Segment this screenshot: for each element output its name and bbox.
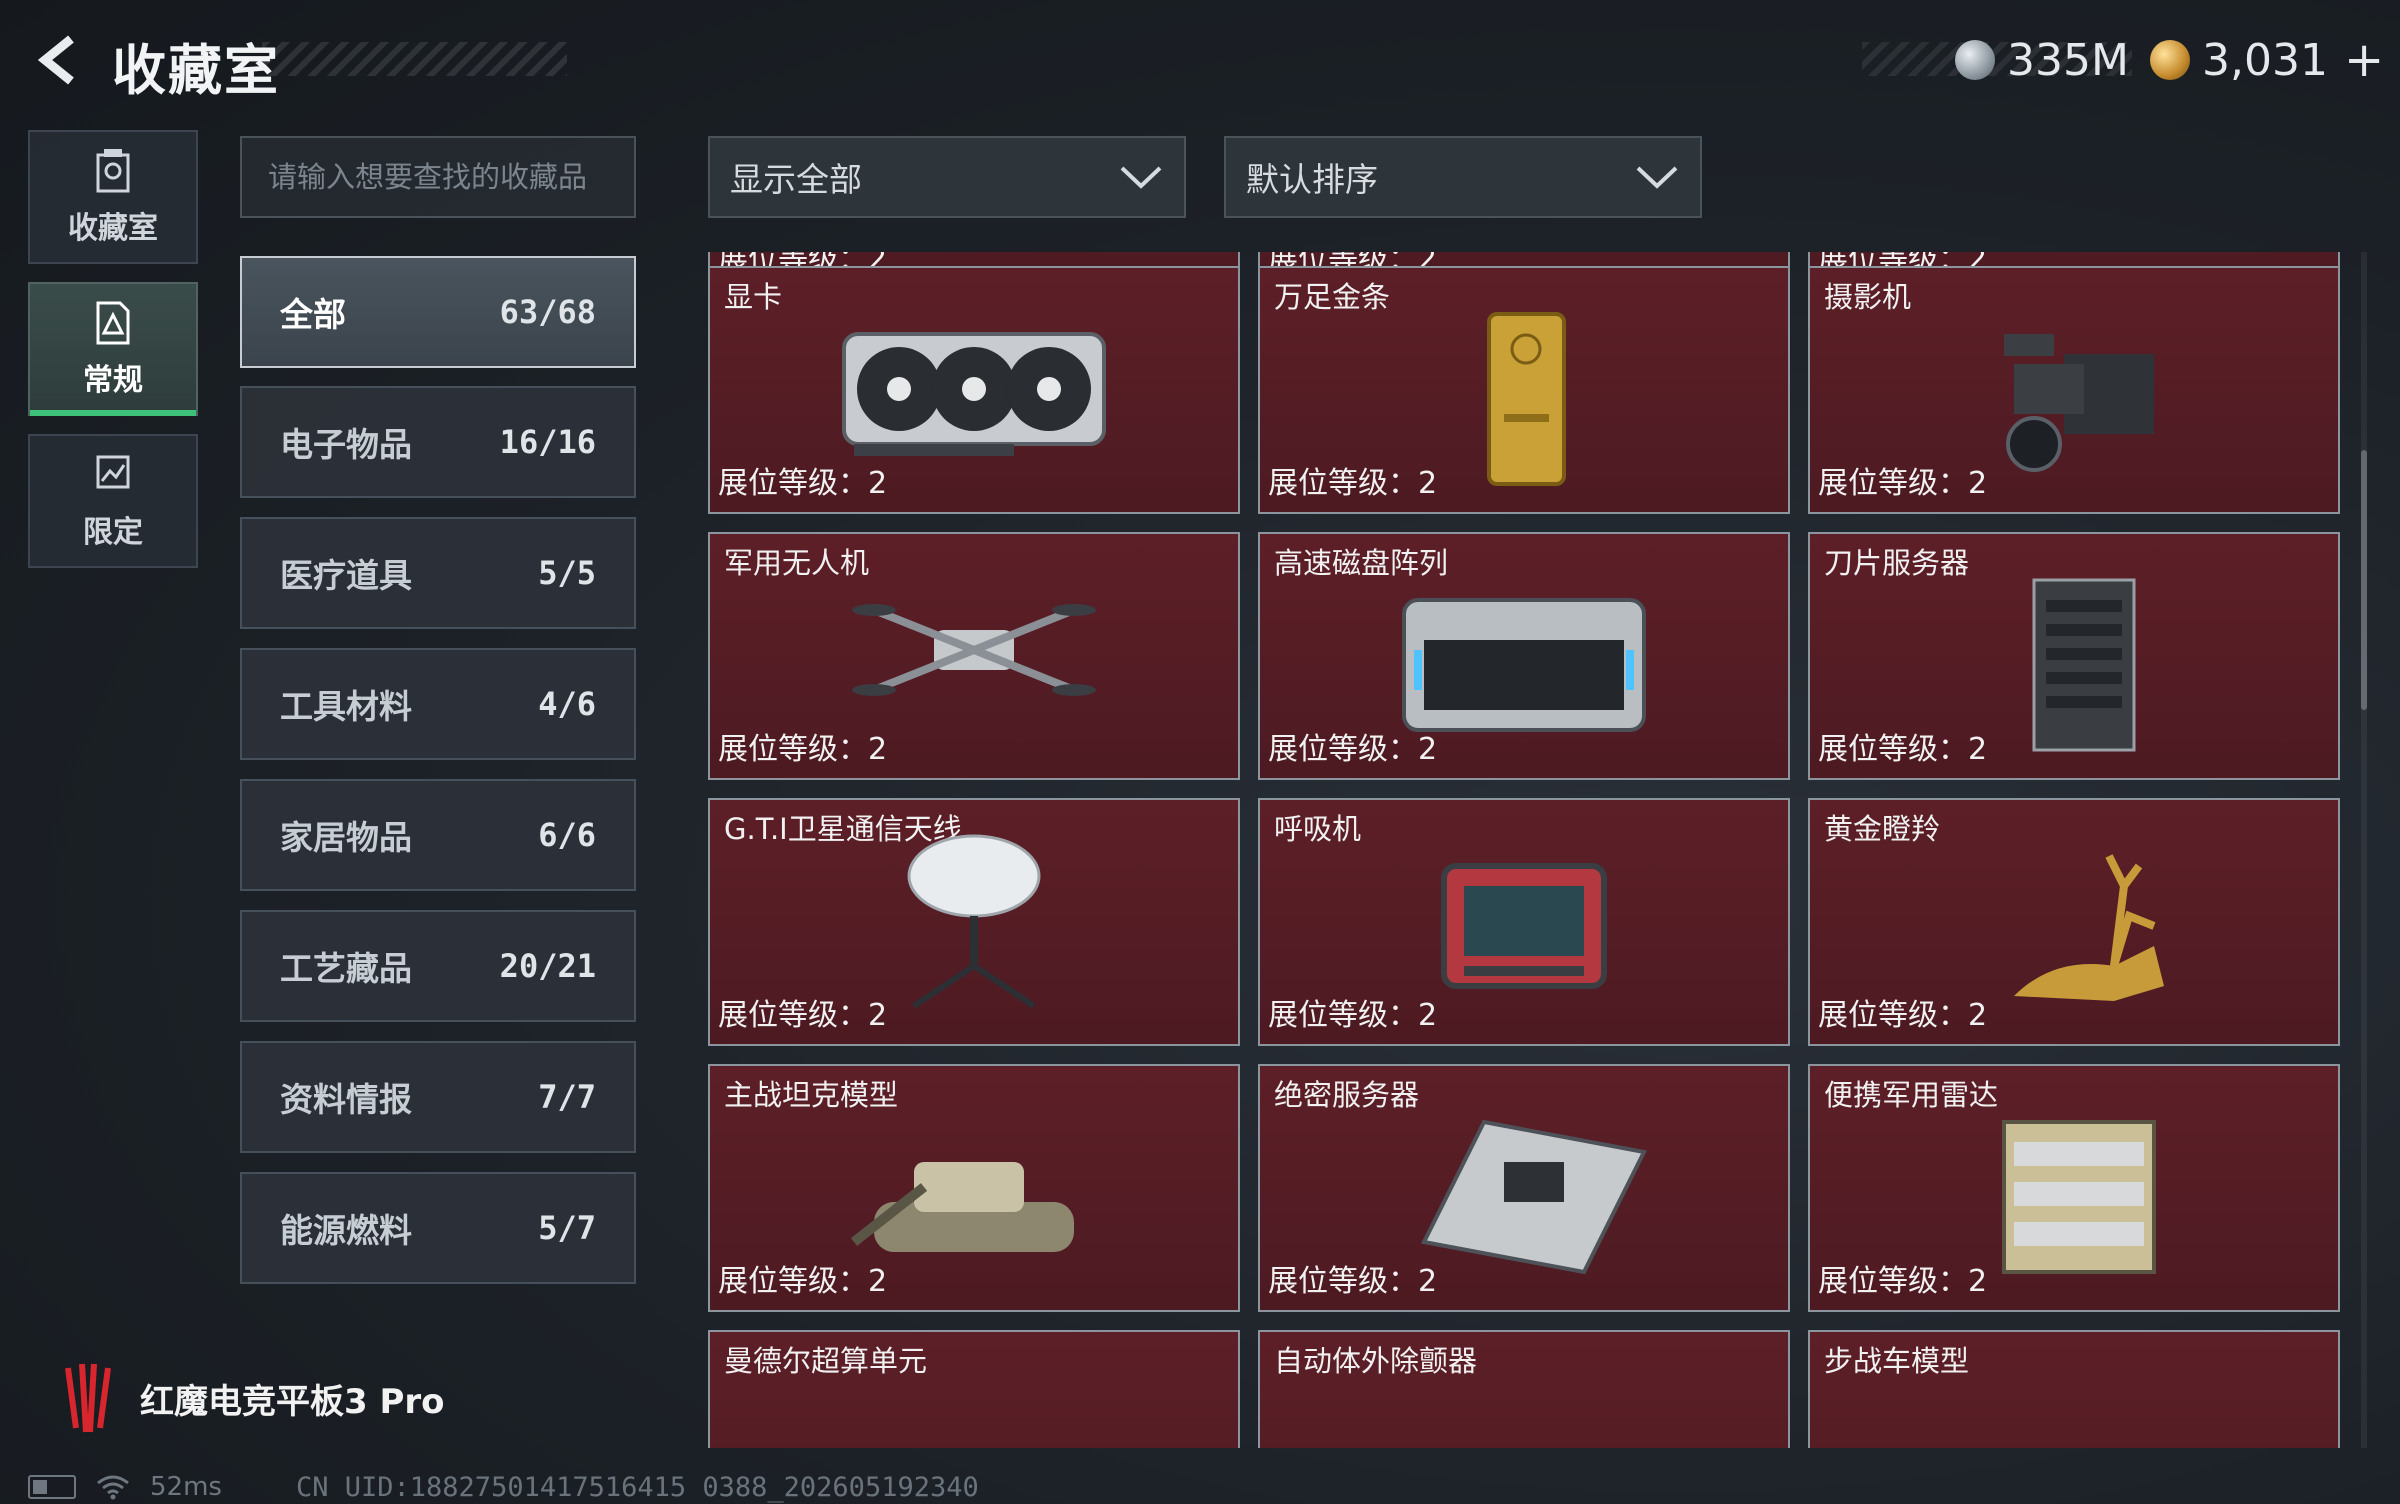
item-level: 展位等级：2 [1268,998,1438,1033]
category-name: 资料情报 [280,1080,412,1119]
item-level: 展位等级：2 [1268,732,1438,767]
chevron-down-icon [1120,166,1162,189]
item-name: 摄影机 [1824,280,1912,314]
item-name: 呼吸机 [1274,812,1362,846]
item-card[interactable]: 主战坦克模型 展位等级：2 [708,1064,1240,1312]
device-watermark: 红魔电竞平板3 Pro [60,1362,445,1434]
wifi-icon [97,1475,129,1500]
item-card[interactable]: 便携军用雷达 展位等级：2 [1808,1064,2340,1312]
collection-room-icon [96,149,130,193]
defibrillator-icon [1364,1358,1684,1448]
filter-dropdown[interactable]: 显示全部 [708,136,1186,218]
item-card[interactable]: G.T.I卫星通信天线 展位等级：2 [708,798,1240,1046]
back-arrow-icon [37,35,74,85]
item-card[interactable]: 刀片服务器 展位等级：2 [1808,532,2340,780]
tab-limited[interactable]: 限定 [28,434,198,568]
category-name: 工艺藏品 [280,949,412,988]
grid-scrollbar-thumb[interactable] [2361,450,2367,710]
tab-collection-room[interactable]: 收藏室 [28,130,198,264]
ping-value: 52ms [150,1472,222,1502]
category-intel[interactable]: 资料情报 7/7 [240,1041,636,1153]
title-decoration [262,42,567,76]
red-magic-logo-icon [65,1363,111,1433]
item-level: 展位等级：2 [1818,732,1988,767]
user-uid: CN UID:18827501417516415 0388_2026051923… [296,1472,979,1503]
battery-icon [28,1475,76,1499]
item-card[interactable]: 摄影机展位等级：2 [1808,266,2340,514]
category-name: 能源燃料 [280,1211,412,1250]
item-card[interactable]: 步战车模型展位等级：2 [1808,1330,2340,1448]
item-level: 展位等级：2 [1268,1264,1438,1299]
item-level: 展位等级：2 [718,466,888,501]
category-household[interactable]: 家居物品 6/6 [240,779,636,891]
grid-scrollbar-track[interactable] [2361,252,2367,1448]
status-bar: 52ms [28,1472,222,1502]
item-card[interactable]: 高速磁盘阵列 展位等级：2 [1258,532,1790,780]
chevron-down-icon [1636,166,1678,189]
collection-grid[interactable]: 展位等级：2 展位等级：2 展位等级：2 显卡 展位等级：2 万足金条 展位等级：2 摄影机展… [708,252,2344,1448]
category-count: 4/6 [538,685,596,723]
item-level: 展位等级：2 [1818,1264,1988,1299]
category-count: 5/7 [538,1209,596,1247]
item-card[interactable]: 军用无人机 展位等级：2 [708,532,1240,780]
currency-silver-value: 335M [2007,34,2129,86]
ifv-model-icon [1914,1358,2234,1448]
item-card[interactable]: 曼德尔超算单元展位等级：2 [708,1330,1240,1448]
item-card[interactable]: 显卡展位等级：2 [708,266,1240,514]
tab-regular[interactable]: 常规 [28,282,198,416]
category-energy[interactable]: 能源燃料 5/7 [240,1172,636,1284]
item-card[interactable]: 呼吸机展位等级：2 [1258,798,1790,1046]
category-name: 家居物品 [280,818,412,857]
category-all[interactable]: 全部 63/68 [240,256,636,368]
category-name: 工具材料 [280,687,412,726]
back-button[interactable] [28,28,92,92]
limited-icon [96,455,130,489]
filter-dropdown-value: 显示全部 [730,160,862,199]
item-card[interactable]: 万足金条 展位等级：2 [1258,266,1790,514]
sort-dropdown-value: 默认排序 [1246,160,1378,199]
currency-gold: 3,031 + [2150,30,2384,90]
currency-gold-value: 3,031 [2202,34,2328,86]
item-level: 展位等级：2 [718,732,888,767]
category-count: 16/16 [499,423,596,461]
item-name: 显卡 [724,280,783,314]
supercomputer-unit-icon [814,1358,1134,1448]
category-crafts[interactable]: 工艺藏品 20/21 [240,910,636,1022]
search-input[interactable] [240,136,636,218]
silver-coin-icon [1955,40,1995,80]
category-count: 5/5 [538,554,596,592]
sort-dropdown[interactable]: 默认排序 [1224,136,1702,218]
category-count: 6/6 [538,816,596,854]
currency-silver: 335M [1955,30,2129,90]
tab-limited-label: 限定 [83,515,143,550]
add-currency-button[interactable]: + [2344,32,2384,88]
item-card[interactable]: 自动体外除颤器展位等级：2 [1258,1330,1790,1448]
active-tab-indicator [30,410,196,416]
category-name: 医疗道具 [280,556,412,595]
category-tools[interactable]: 工具材料 4/6 [240,648,636,760]
device-brand-text: 红魔电竞平板3 Pro [140,1381,445,1422]
gold-coin-icon [2150,40,2190,80]
item-level: 展位等级：2 [718,998,888,1033]
tab-regular-label: 常规 [83,363,143,398]
category-medical[interactable]: 医疗道具 5/5 [240,517,636,629]
regular-icon [96,301,130,345]
category-name: 电子物品 [280,425,412,464]
item-card[interactable]: 黄金瞪羚 展位等级：2 [1808,798,2340,1046]
item-card[interactable]: 绝密服务器 展位等级：2 [1258,1064,1790,1312]
page-title: 收藏室 [112,39,280,102]
item-level: 展位等级：2 [718,1264,888,1299]
item-level: 展位等级：2 [1818,466,1988,501]
category-electronics[interactable]: 电子物品 16/16 [240,386,636,498]
tab-collection-room-label: 收藏室 [68,211,158,246]
category-name: 全部 [280,295,346,334]
item-level: 展位等级：2 [1818,998,1988,1033]
category-count: 20/21 [499,947,596,985]
item-level: 展位等级：2 [1268,466,1438,501]
category-count: 63/68 [499,293,596,331]
category-count: 7/7 [538,1078,596,1116]
